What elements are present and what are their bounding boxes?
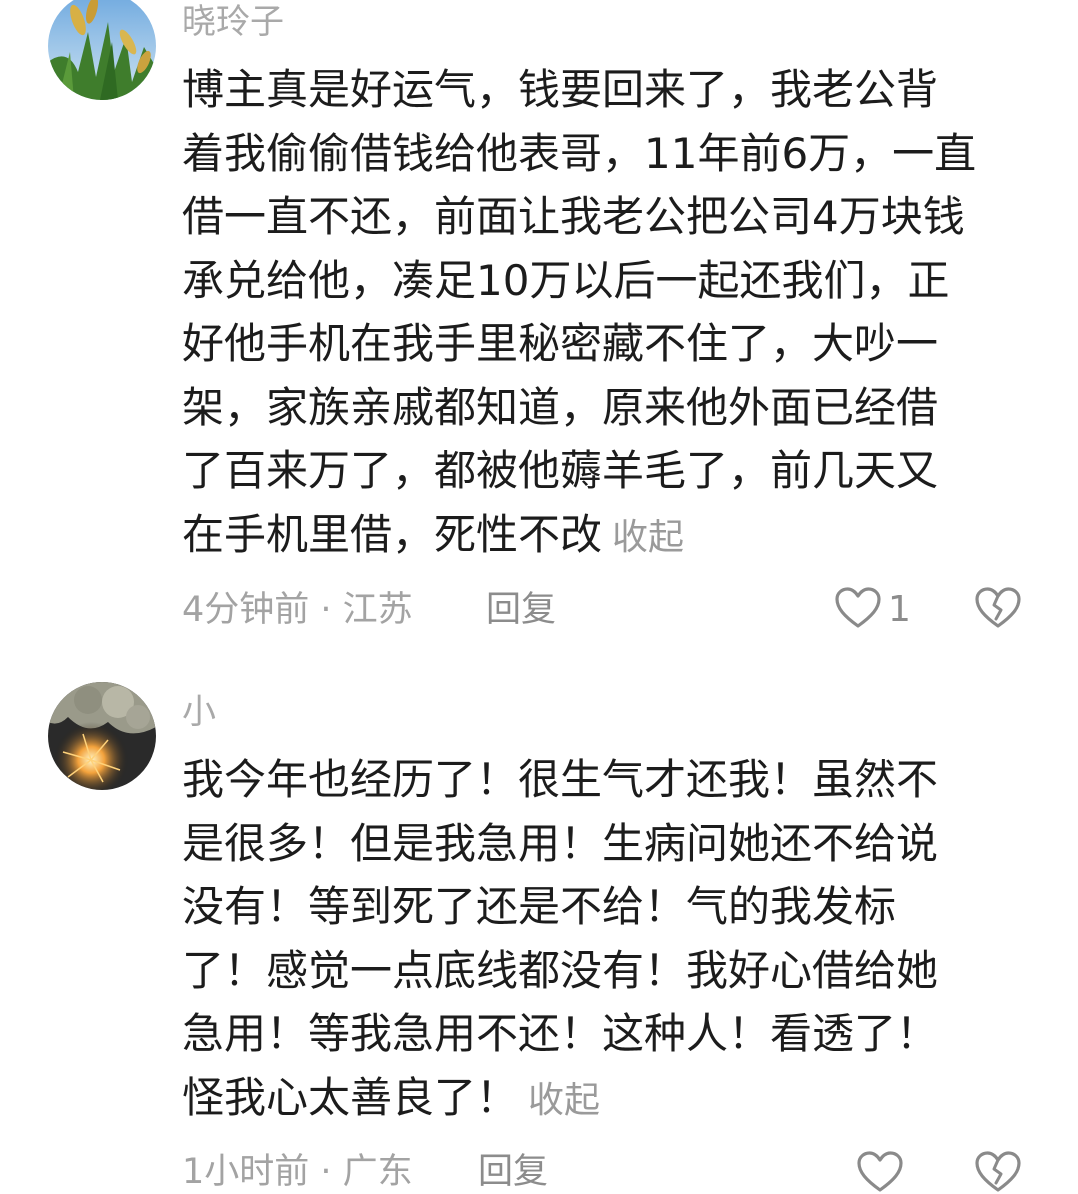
username[interactable]: 晓玲子: [182, 2, 284, 42]
comment-line: 是很多！但是我急用！生病问她还不给说: [182, 818, 939, 868]
avatar[interactable]: [48, 0, 156, 100]
broken-heart-icon[interactable]: [974, 1150, 1022, 1194]
comment-line: 好他手机在我手里秘密藏不住了，大吵一: [182, 319, 939, 368]
collapse-link[interactable]: 收起: [612, 517, 684, 558]
like-count: 1: [888, 589, 911, 630]
comment-line: 借一直不还，前面让我老公把公司4万块钱: [182, 192, 965, 241]
comment-meta: 1小时前 · 广东: [182, 1152, 413, 1192]
comment-line: 没有！等到死了还是不给！气的我发标: [182, 882, 897, 931]
heart-outline-icon[interactable]: [834, 586, 882, 630]
comment-line: 承兑给他，凑足10万以后一起还我们，正: [182, 255, 950, 305]
broken-heart-icon[interactable]: [974, 586, 1022, 630]
comment-line: 了！感觉一点底线都没有！我好心借给她: [182, 945, 939, 995]
comment-line: 着我偷偷借钱给他表哥，11年前6万，一直: [182, 128, 977, 178]
reply-button[interactable]: 回复: [478, 1150, 548, 1194]
reply-button[interactable]: 回复: [486, 588, 556, 632]
comment-line: 了百来万了，都被他薅羊毛了，前几天又: [182, 446, 939, 495]
heart-outline-icon[interactable]: [856, 1150, 904, 1194]
username[interactable]: 小: [182, 692, 216, 732]
comment-line: 急用！等我急用不还！这种人！看透了！: [182, 1009, 939, 1058]
comment-line: 在手机里借，死性不改: [182, 509, 603, 559]
collapse-link[interactable]: 收起: [528, 1080, 600, 1121]
comment-meta: 4分钟前 · 江苏: [182, 590, 413, 630]
comment-text: 我今年也经历了！很生气才还我！虽然不 是很多！但是我急用！生病问她还不给说 没有…: [182, 748, 1032, 1132]
comment-line: 我今年也经历了！很生气才还我！虽然不: [182, 755, 939, 804]
comment-line: 博主真是好运气，钱要回来了，我老公背: [182, 65, 939, 114]
comment-line: 怪我心太善良了！: [182, 1072, 519, 1122]
avatar[interactable]: [48, 682, 156, 790]
comment-line: 架，家族亲戚都知道，原来他外面已经借: [182, 382, 939, 432]
comment-text: 博主真是好运气，钱要回来了，我老公背 着我偷偷借钱给他表哥，11年前6万，一直 …: [182, 58, 1032, 569]
